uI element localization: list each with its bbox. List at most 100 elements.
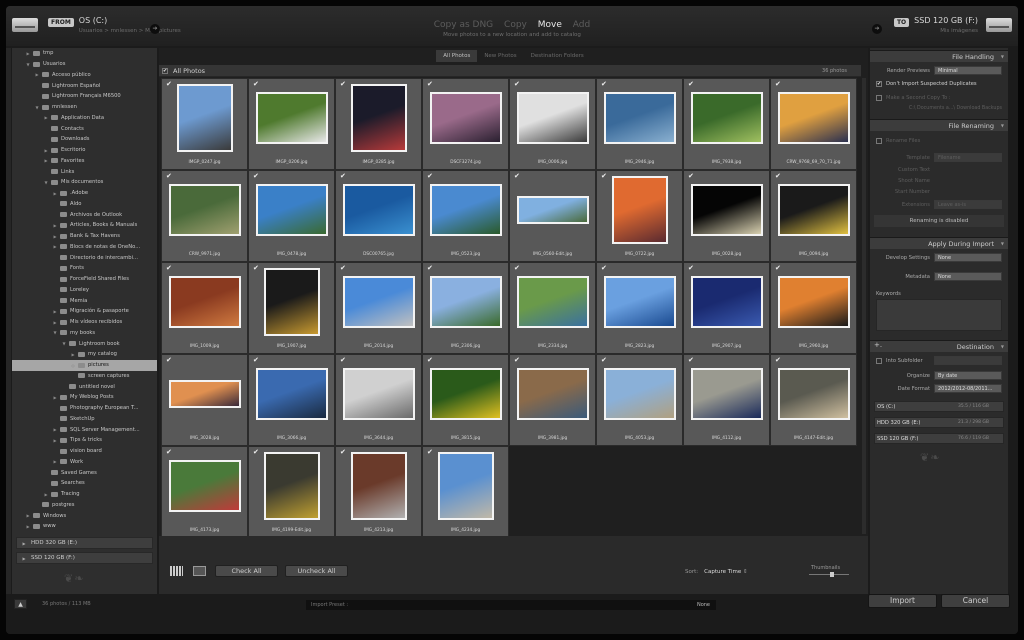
expand-icon[interactable]: ▶ [52, 427, 58, 432]
photo-cell[interactable]: ✔ DSC00765.jpg [335, 170, 422, 262]
render-previews-select[interactable]: Minimal [934, 66, 1002, 75]
expand-icon[interactable]: ▶ [43, 492, 49, 497]
folder-row[interactable]: vision board [12, 446, 157, 457]
expand-icon[interactable]: ▶ [52, 191, 58, 196]
volume-hdd-e[interactable]: ▶ HDD 320 GB (E:) [16, 537, 153, 549]
photo-cell[interactable]: ✔ IMG_4234.jpg [422, 446, 509, 538]
folder-row[interactable]: ▼ my books [12, 328, 157, 339]
photo-checkbox-icon[interactable]: ✔ [601, 172, 607, 180]
photo-thumbnail[interactable] [168, 380, 241, 408]
sort-value[interactable]: Capture Time [704, 569, 741, 575]
photo-checkbox-icon[interactable]: ✔ [775, 264, 781, 272]
photo-thumbnail[interactable] [777, 184, 850, 236]
photo-checkbox-icon[interactable]: ✔ [514, 264, 520, 272]
left-scrollbar[interactable] [6, 48, 11, 594]
photo-thumbnail[interactable] [255, 92, 328, 144]
photo-thumbnail[interactable] [690, 368, 763, 420]
apply-during-import-header[interactable]: Apply During Import [870, 237, 1008, 250]
photo-checkbox-icon[interactable]: ✔ [166, 172, 172, 180]
folder-row[interactable]: ▼ mnlessen [12, 102, 157, 113]
grid-scrollbar[interactable] [862, 78, 866, 534]
photo-checkbox-icon[interactable]: ✔ [601, 264, 607, 272]
import-preset-value[interactable]: None [697, 600, 710, 610]
destination-drive-c[interactable]: OS (C:) 35.5 / 116 GB [874, 401, 1004, 412]
photo-thumbnail[interactable] [603, 276, 676, 328]
folder-row[interactable]: ▶ Acceso público [12, 70, 157, 81]
photo-checkbox-icon[interactable]: ✔ [166, 448, 172, 456]
folder-row[interactable]: untitled novel [12, 381, 157, 392]
photo-thumbnail[interactable] [255, 184, 328, 236]
photo-thumbnail[interactable] [777, 368, 850, 420]
photo-checkbox-icon[interactable]: ✔ [688, 80, 694, 88]
folder-row[interactable]: ▶ Mis vídeos recibidos [12, 317, 157, 328]
photo-thumbnail[interactable] [603, 92, 676, 144]
loupe-view-icon[interactable] [193, 566, 206, 576]
folder-row[interactable]: Memia [12, 295, 157, 306]
photo-cell[interactable]: ✔ IMG_2014.jpg [335, 262, 422, 354]
expand-icon[interactable]: ▶ [34, 72, 40, 77]
photo-thumbnail[interactable] [437, 452, 494, 520]
photo-cell[interactable]: ✔ IMG_2946.jpg [596, 78, 683, 170]
photo-thumbnail[interactable] [342, 276, 415, 328]
second-copy-checkbox[interactable] [876, 95, 882, 101]
mode-add[interactable]: Add [573, 20, 590, 30]
photo-checkbox-icon[interactable]: ✔ [166, 356, 172, 364]
photo-checkbox-icon[interactable]: ✔ [688, 172, 694, 180]
folder-row[interactable]: ▶ tmp [12, 48, 157, 59]
develop-settings-select[interactable]: None [934, 253, 1002, 262]
photo-cell[interactable]: ✔ IMG_4112.jpg [683, 354, 770, 446]
mode-copy-as-dng[interactable]: Copy as DNG [434, 20, 493, 30]
expand-icon[interactable]: ▶ [52, 223, 58, 228]
photo-checkbox-icon[interactable]: ✔ [427, 264, 433, 272]
folder-row[interactable]: ▶ Tips & tricks [12, 435, 157, 446]
subfolder-name-field[interactable] [934, 356, 1002, 365]
photo-cell[interactable]: ✔ IMG_0028.jpg [683, 170, 770, 262]
folder-row[interactable]: postgres [12, 500, 157, 511]
extensions-select[interactable]: Leave as-is [934, 200, 1002, 209]
mode-copy[interactable]: Copy [504, 20, 527, 30]
folder-row[interactable]: Contacts [12, 123, 157, 134]
tab-destination-folders[interactable]: Destination Folders [524, 50, 591, 62]
photo-checkbox-icon[interactable]: ✔ [340, 448, 346, 456]
photo-thumbnail[interactable] [342, 368, 415, 420]
photo-thumbnail[interactable] [516, 92, 589, 144]
folder-row[interactable]: Directorio de intercambi... [12, 252, 157, 263]
photo-cell[interactable]: ✔ IMG_1907.jpg [248, 262, 335, 354]
photo-checkbox-icon[interactable]: ✔ [253, 172, 259, 180]
photo-thumbnail[interactable] [690, 92, 763, 144]
check-all-button[interactable]: Check All [215, 565, 278, 577]
slider-thumb[interactable] [830, 572, 834, 577]
destination-selector[interactable]: TO SSD 120 GB (F:) Mis imágenes [893, 16, 1012, 34]
expand-icon[interactable]: ▶ [52, 309, 58, 314]
folder-row[interactable]: Aldo [12, 199, 157, 210]
mode-move[interactable]: Move [538, 20, 562, 30]
expand-icon[interactable]: ▼ [52, 330, 58, 335]
folder-row[interactable]: screen captures [12, 371, 157, 382]
expand-icon[interactable]: ▶ [43, 115, 49, 120]
photo-thumbnail[interactable] [263, 268, 320, 336]
photo-cell[interactable]: ✔ IMG_2907.jpg [683, 262, 770, 354]
photo-checkbox-icon[interactable]: ✔ [427, 448, 433, 456]
photo-cell[interactable]: ✔ DSCF3274.jpg [422, 78, 509, 170]
expand-icon[interactable]: ▶ [52, 438, 58, 443]
photo-cell[interactable]: ✔ IMG_0006.jpg [509, 78, 596, 170]
photo-checkbox-icon[interactable]: ✔ [514, 356, 520, 364]
photo-thumbnail[interactable] [603, 368, 676, 420]
photo-cell[interactable]: ✔ IMG_4199-Edit.jpg [248, 446, 335, 538]
photo-thumbnail[interactable] [690, 276, 763, 328]
folder-row[interactable]: Loreley [12, 285, 157, 296]
folder-row[interactable]: ▶ Escritorio [12, 145, 157, 156]
expand-icon[interactable]: ▶ [52, 234, 58, 239]
photo-checkbox-icon[interactable]: ✔ [253, 448, 259, 456]
collapse-up-icon[interactable]: ▲ [14, 599, 27, 609]
folder-row[interactable]: Lightroom Français M6500 [12, 91, 157, 102]
folder-row[interactable]: ▶ Tracing [12, 489, 157, 500]
expand-icon[interactable]: ▶ [52, 244, 58, 249]
folder-row[interactable]: ▼ Lightroom book [12, 338, 157, 349]
photo-cell[interactable]: ✔ IMG_1009.jpg [161, 262, 248, 354]
expand-icon[interactable]: ▶ [52, 459, 58, 464]
photo-thumbnail[interactable] [429, 92, 502, 144]
tab-all-photos[interactable]: All Photos [436, 50, 478, 62]
folder-row[interactable]: ▼ Usuarios [12, 59, 157, 70]
cancel-button[interactable]: Cancel [941, 594, 1010, 608]
